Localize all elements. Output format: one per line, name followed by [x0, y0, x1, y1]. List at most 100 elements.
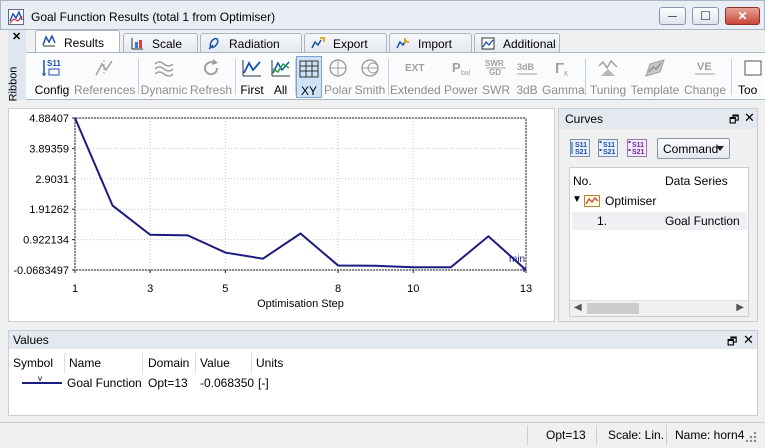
x-tick-label: 10 — [407, 283, 419, 295]
ext-icon: EXT — [405, 63, 424, 74]
column-data-series[interactable]: Data Series — [665, 174, 728, 188]
tab-results[interactable]: Results — [35, 30, 120, 53]
first-button[interactable]: First — [237, 56, 267, 98]
template-label: Template — [630, 83, 680, 97]
refresh-button[interactable]: Refresh — [190, 56, 232, 98]
command-dropdown[interactable]: Command — [657, 138, 730, 159]
polar-button[interactable]: Polar — [322, 56, 354, 98]
status-scale: Scale: Lin. — [608, 428, 665, 442]
dynamic-button[interactable]: Dynamic — [140, 56, 188, 98]
maximize-button[interactable]: ☐ — [692, 7, 719, 25]
close-icon[interactable]: ✕ — [744, 110, 755, 126]
svg-text:S11: S11 — [575, 142, 587, 149]
tuning-label: Tuning — [589, 83, 627, 97]
gamma-button[interactable]: ΓK Gamma — [542, 56, 585, 98]
change-button[interactable]: VE Change — [683, 56, 727, 98]
3db-icon: 3dB — [517, 62, 537, 75]
tools-button[interactable]: Too — [734, 56, 765, 98]
list-item-series: Goal Function — [665, 214, 740, 228]
3db-button[interactable]: 3dB 3dB — [513, 56, 541, 98]
s-params-sort-icon[interactable]: S11S21 — [570, 139, 590, 157]
pin-icon[interactable]: 🗗 — [727, 333, 737, 352]
curves-title: Curves — [565, 112, 604, 126]
swr-label: SWR — [482, 83, 510, 97]
scroll-left-icon[interactable]: ◀ — [574, 302, 582, 313]
references-label: References — [74, 83, 136, 97]
command-label: Command — [663, 142, 719, 156]
close-button[interactable]: ✕ — [725, 7, 760, 25]
pin-icon[interactable]: 🗗 — [729, 111, 739, 130]
swr-button[interactable]: SWR GD SWR — [481, 56, 511, 98]
svg-text:Γ: Γ — [555, 60, 564, 77]
references-button[interactable]: References — [74, 56, 136, 98]
tree-group-optimiser[interactable]: ▼ Optimiser — [570, 192, 748, 210]
x-tick-label: 8 — [335, 283, 341, 295]
close-icon[interactable]: ✕ — [743, 332, 754, 348]
column-domain[interactable]: Domain — [148, 356, 189, 370]
radiation-icon — [208, 37, 219, 50]
tools-icon — [744, 60, 762, 76]
horizontal-scrollbar[interactable]: ◀ ▶ — [570, 300, 748, 316]
tab-scale[interactable]: Scale — [123, 33, 198, 53]
s-params-list-icon[interactable]: S11S21 — [598, 139, 618, 157]
plot-pane[interactable]: 4.88407 3.89359 2.9031 1.91262 0.922134 -0.06… — [8, 108, 555, 322]
results-icon — [42, 34, 56, 47]
y-tick-label: 1.91262 — [29, 204, 69, 216]
xy-button[interactable]: XY — [296, 56, 322, 98]
goal-function-chart[interactable]: 4.88407 3.89359 2.9031 1.91262 0.922134 -0.06… — [9, 109, 554, 321]
curves-tree[interactable]: No. Data Series ▼ Optimiser 1. Goal Func… — [569, 167, 749, 317]
min-annotation: min — [509, 254, 525, 265]
refresh-icon — [204, 59, 219, 76]
config-button[interactable]: S11 Config — [32, 56, 72, 98]
tree-group-label: Optimiser — [605, 194, 657, 208]
column-name[interactable]: Name — [69, 356, 101, 370]
tab-export[interactable]: Export — [304, 33, 387, 53]
value-number: -0.068350 — [200, 376, 255, 390]
smith-label: Smith — [354, 83, 386, 97]
tab-additional[interactable]: Additional — [474, 33, 560, 53]
tab-radiation[interactable]: Radiation — [200, 33, 302, 53]
column-symbol[interactable]: Symbol — [13, 356, 53, 370]
ribbon-side-strip: ✕ Ribbon — [7, 30, 26, 101]
column-value[interactable]: Value — [200, 356, 230, 370]
data-point — [487, 235, 490, 237]
scroll-right-icon[interactable]: ▶ — [736, 302, 744, 313]
curves-pane: Curves 🗗 ✕ S11 S21 S11 S21 S11 S21 Command … — [558, 108, 758, 322]
tuning-button[interactable]: Tuning — [588, 56, 628, 98]
all-button[interactable]: All — [268, 56, 293, 98]
data-point — [412, 266, 414, 268]
smith-button[interactable]: Smith — [354, 56, 386, 98]
swr-icon: SWRGD — [485, 59, 506, 77]
resize-grip-icon[interactable] — [744, 430, 758, 444]
data-point — [111, 204, 114, 207]
s-params-select-icon[interactable]: S11S21 — [627, 139, 647, 157]
3db-label: 3dB — [516, 83, 538, 97]
svg-text:SWR: SWR — [485, 59, 504, 68]
list-item[interactable]: 1. Goal Function — [572, 212, 747, 230]
smith-icon — [361, 59, 379, 77]
ribbon-close-icon[interactable]: ✕ — [12, 30, 21, 43]
extended-button[interactable]: EXT Extended — [390, 56, 441, 98]
tab-export-label: Export — [333, 37, 368, 51]
tools-label: Too — [738, 83, 758, 97]
tab-import[interactable]: Import — [389, 33, 472, 53]
tab-radiation-label: Radiation — [229, 37, 280, 51]
gamma-label: Gamma — [542, 83, 585, 97]
minimize-button[interactable]: ─ — [659, 7, 686, 25]
data-point — [224, 251, 226, 254]
svg-text:P: P — [452, 60, 461, 75]
data-point — [450, 266, 452, 268]
template-button[interactable]: Template — [630, 56, 680, 98]
column-units[interactable]: Units — [256, 356, 283, 370]
power-button[interactable]: Pbal Power — [443, 56, 479, 98]
value-units: [-] — [258, 376, 269, 390]
status-bar: Opt=13 Scale: Lin. Name: horn4 — [0, 422, 765, 448]
column-no[interactable]: No. — [573, 174, 592, 188]
scroll-thumb[interactable] — [587, 303, 639, 314]
value-name: Goal Function — [67, 376, 142, 390]
expand-chevron-icon[interactable]: ▼ — [572, 194, 582, 205]
y-tick-label: 0.922134 — [23, 235, 69, 247]
x-tick-label: 1 — [72, 283, 78, 295]
x-tick-label: 13 — [520, 283, 532, 295]
xy-grid-icon — [299, 60, 319, 78]
